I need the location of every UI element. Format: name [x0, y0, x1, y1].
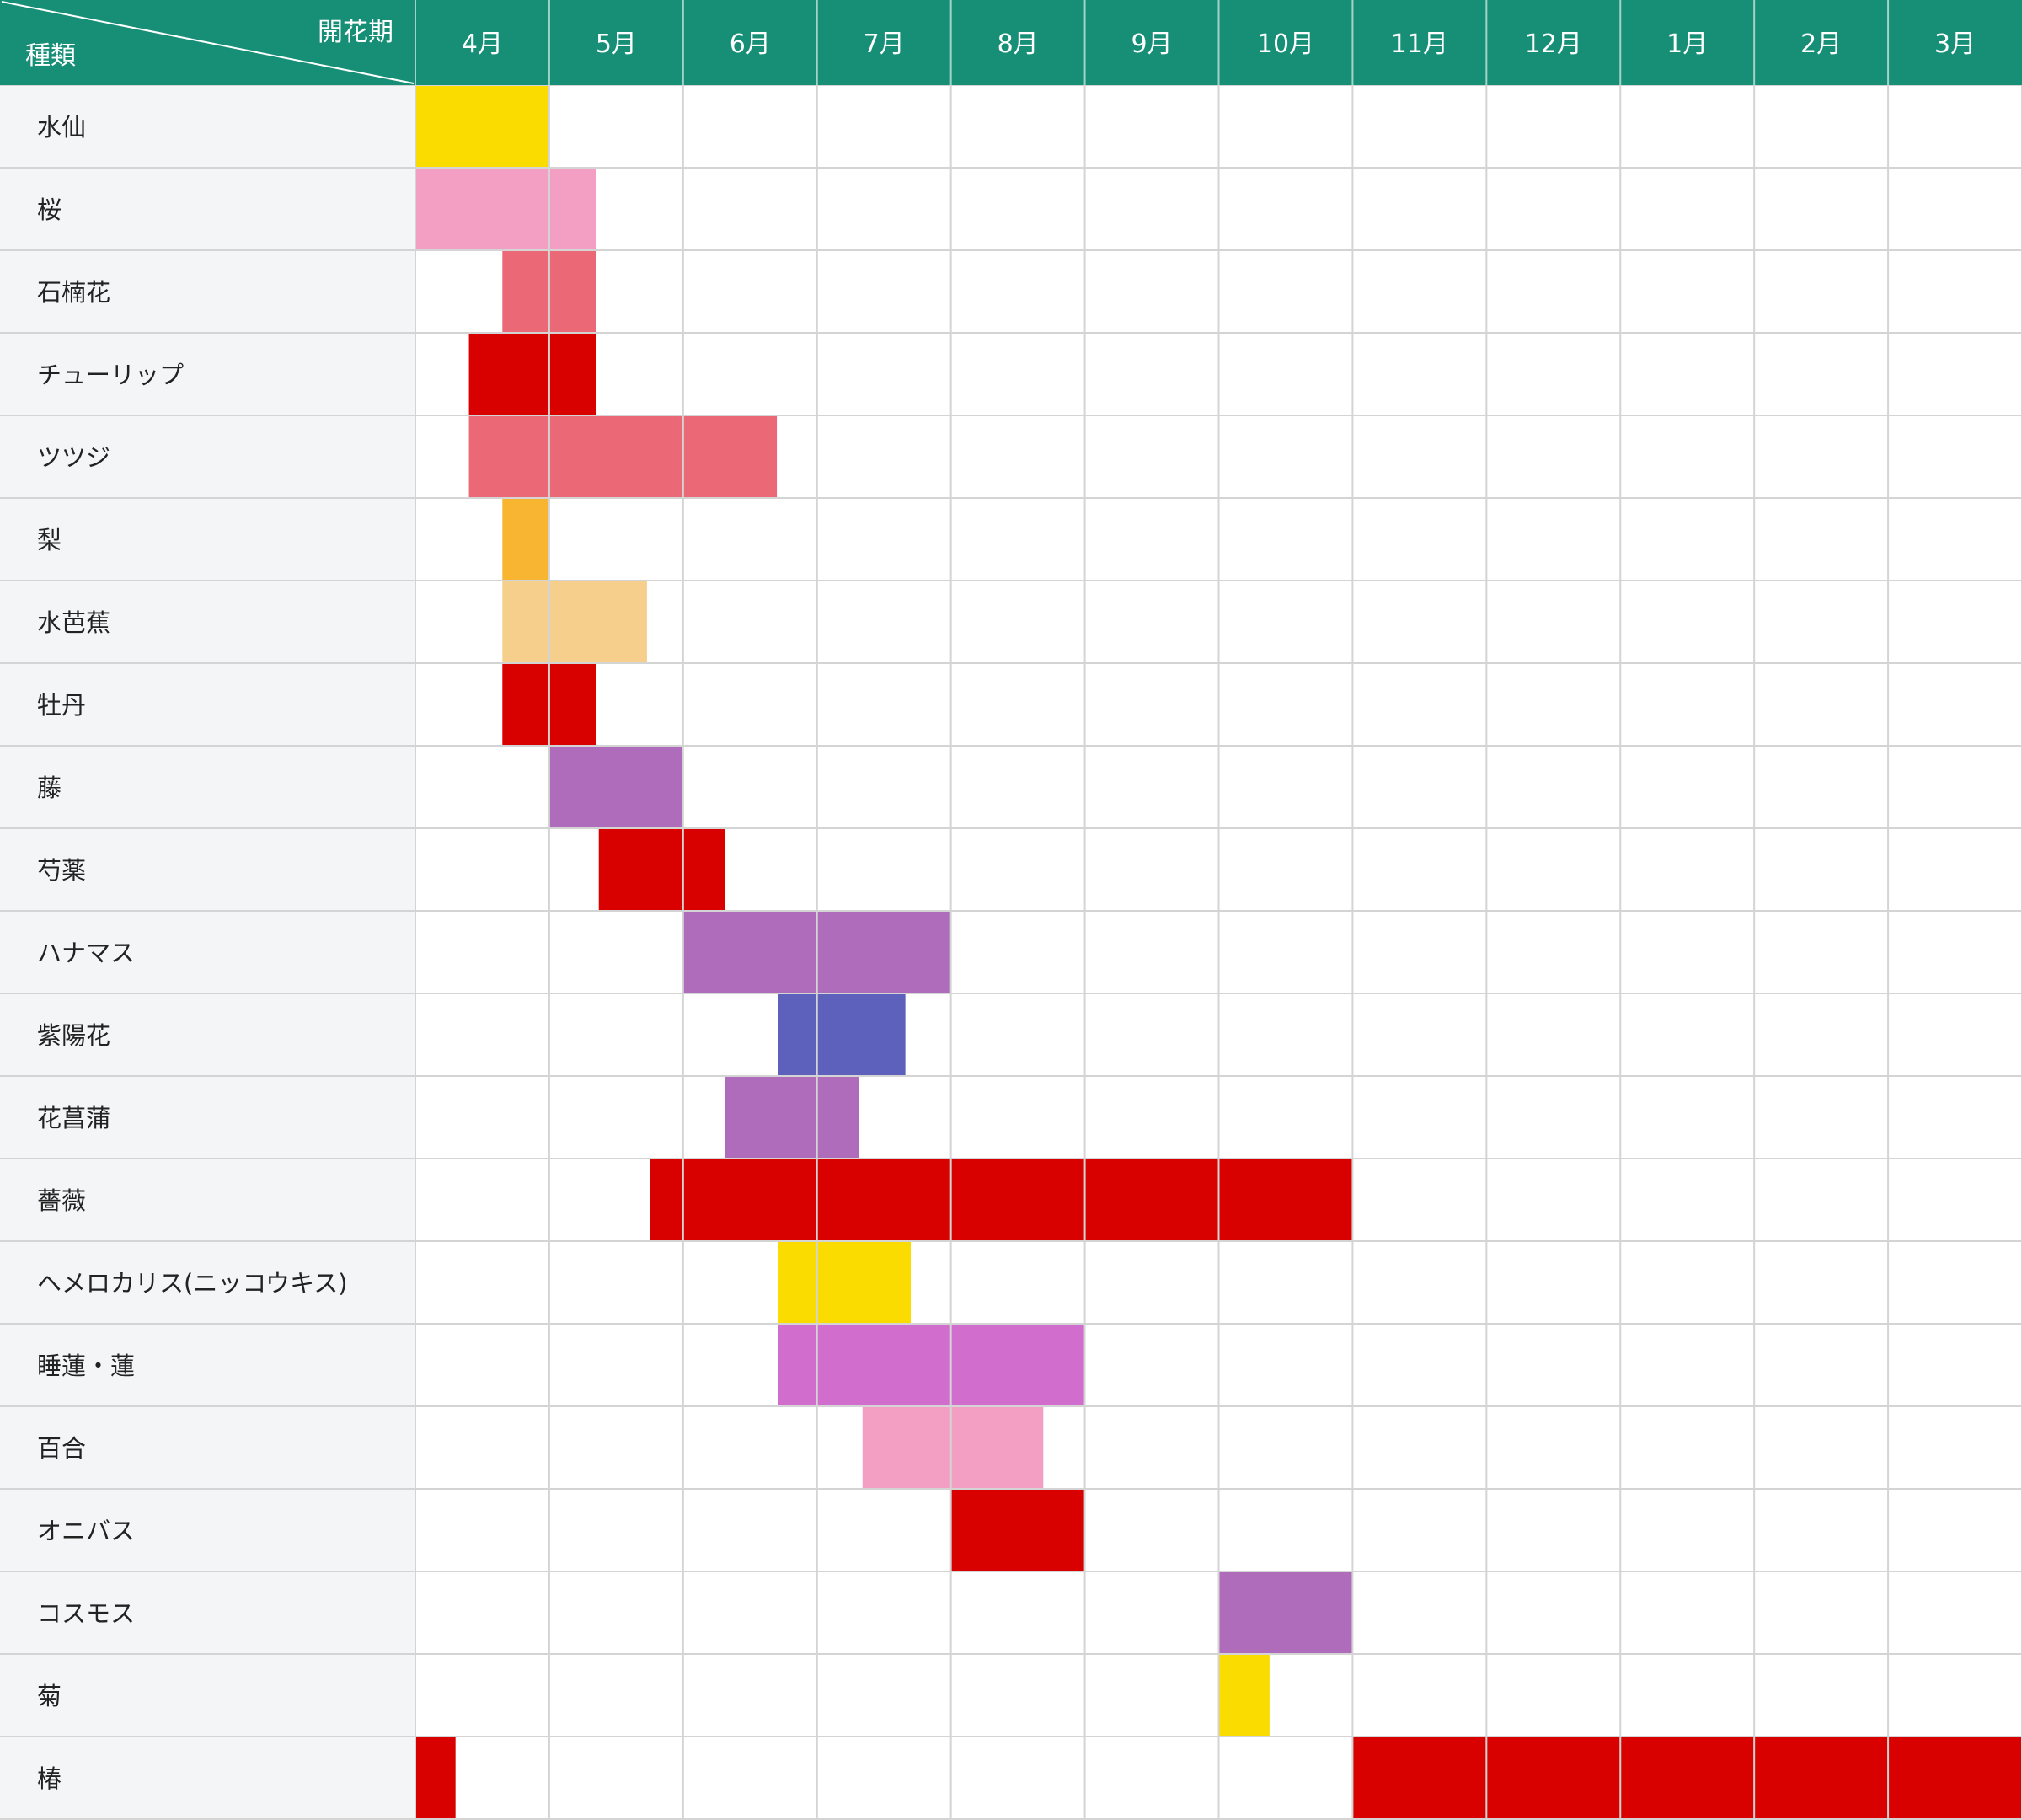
- month-label: 11月: [1391, 29, 1448, 59]
- row-axis-label: 種類: [25, 41, 76, 71]
- bloom-bar: [1218, 1571, 1353, 1654]
- flower-label: ツツジ: [37, 443, 110, 472]
- bloom-bar: [598, 828, 725, 911]
- bloom-bar: [1218, 1654, 1270, 1737]
- bloom-bar: [415, 168, 596, 250]
- bloom-bar: [1352, 1737, 2022, 1819]
- month-label: 9月: [1131, 29, 1172, 59]
- bloom-bar: [548, 746, 683, 828]
- bloom-bar: [415, 1737, 456, 1819]
- month-label: 3月: [1934, 29, 1976, 59]
- month-label: 7月: [864, 29, 905, 59]
- bloom-bar: [778, 1324, 1085, 1406]
- flower-label: 水芭蕉: [37, 608, 110, 637]
- flower-label: コスモス: [37, 1599, 135, 1628]
- month-label: 10月: [1257, 29, 1314, 59]
- bloom-bar: [725, 1076, 859, 1159]
- bloom-bar: [862, 1406, 1044, 1489]
- flower-label: ヘメロカリス(ニッコウキス): [37, 1269, 348, 1298]
- header-layer: 開花期 種類 4月 5月 6月 7月 8月 9月 10月 11月 12月 1月 2月 3月: [0, 0, 2022, 85]
- flower-label: 薔薇: [37, 1186, 86, 1215]
- flower-label: 水仙: [37, 113, 86, 142]
- month-label: 4月: [462, 29, 503, 59]
- bloom-bar: [502, 581, 647, 663]
- bloom-period-chart: 開花期 種類 4月 5月 6月 7月 8月 9月 10月 11月 12月 1月 2月 3月 水仙桜石楠…: [0, 0, 2022, 1820]
- flower-label: 椿: [37, 1764, 62, 1793]
- flower-label: 花菖蒲: [37, 1104, 110, 1132]
- flower-label: 百合: [37, 1434, 86, 1463]
- month-label: 2月: [1800, 29, 1842, 59]
- month-label: 5月: [596, 29, 637, 59]
- flower-label: 芍薬: [37, 856, 86, 885]
- bloom-bar: [415, 85, 549, 168]
- flower-label: 紫陽花: [37, 1021, 110, 1050]
- bloom-bar: [778, 1241, 911, 1324]
- flower-label: ハナマス: [37, 939, 135, 967]
- bloom-bar: [468, 415, 778, 498]
- bloom-bar: [950, 1489, 1085, 1571]
- bloom-bar: [778, 993, 906, 1076]
- flower-label: 菊: [37, 1682, 62, 1710]
- month-label: 12月: [1525, 29, 1582, 59]
- bloom-bar: [502, 498, 549, 581]
- flower-label: チューリップ: [37, 361, 184, 389]
- flower-label: 牡丹: [37, 691, 86, 720]
- flower-label: オニバス: [37, 1517, 135, 1545]
- month-label: 6月: [730, 29, 771, 59]
- flower-label: 藤: [37, 774, 62, 802]
- column-axis-label: 開花期: [318, 18, 393, 47]
- flower-label: 石楠花: [37, 278, 110, 307]
- bloom-bar: [650, 1159, 1353, 1241]
- month-label: 1月: [1666, 29, 1708, 59]
- flower-label: 梨: [37, 526, 62, 554]
- flower-label: 桜: [37, 195, 62, 224]
- month-label: 8月: [998, 29, 1039, 59]
- flower-label: 睡蓮・蓮: [37, 1352, 135, 1380]
- bloom-bar: [468, 333, 596, 415]
